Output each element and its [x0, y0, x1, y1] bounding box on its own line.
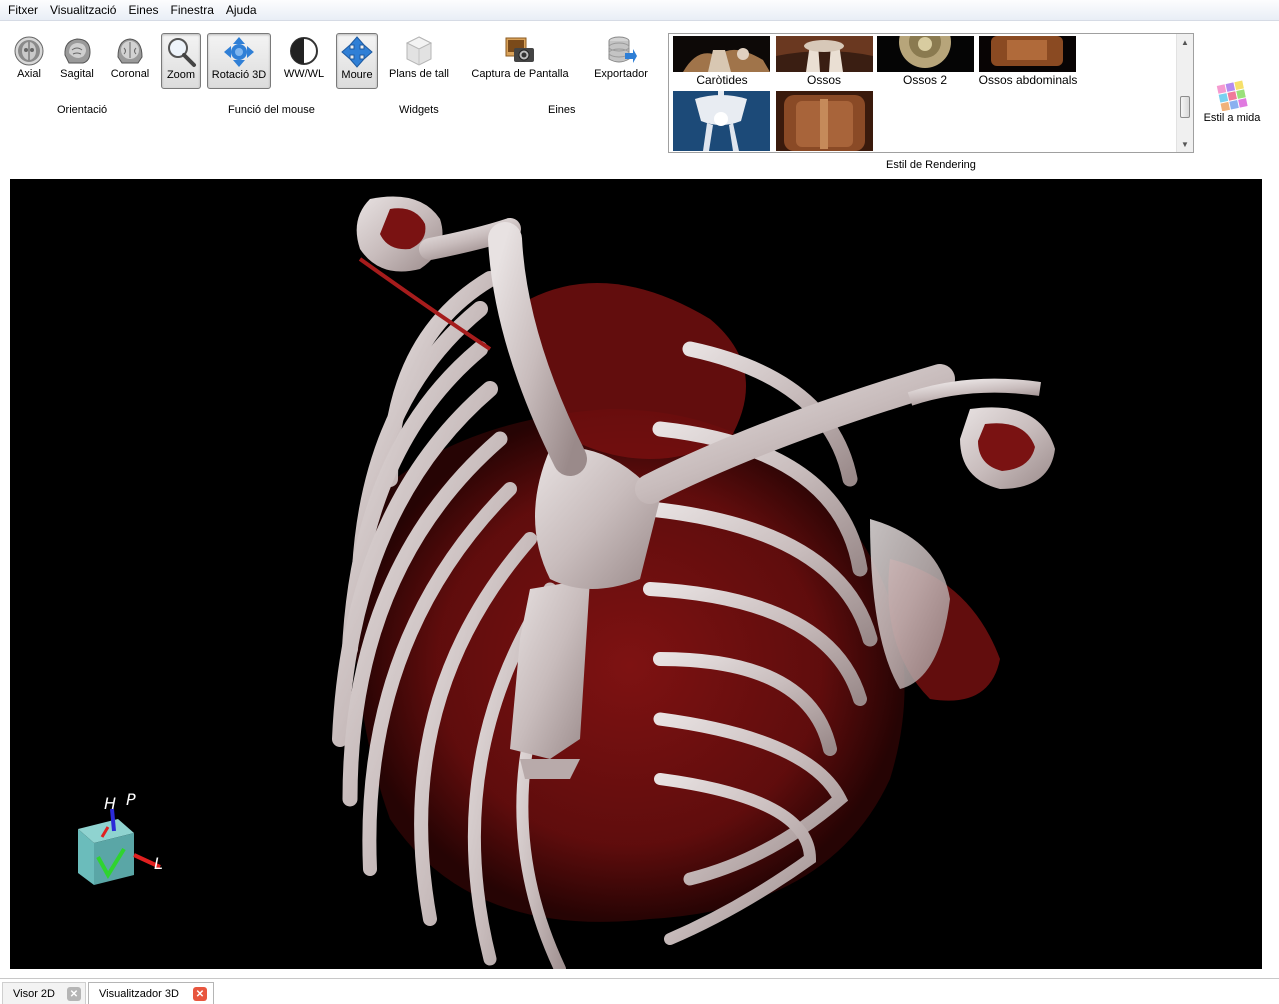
custom-style-label: Estil a mida [1203, 112, 1261, 124]
orientation-marker: H P L [78, 790, 163, 885]
toolbar: Axial Sagital Coronal Orientació Zoom Ro… [0, 21, 1279, 178]
close-tab-2d-icon[interactable]: ✕ [67, 987, 81, 1001]
rotate-3d-button[interactable]: Rotació 3D [207, 33, 271, 89]
marker-label-l: L [154, 854, 163, 873]
preset-pelvis-thumbnail[interactable] [673, 91, 770, 151]
tools-group-label: Eines [548, 104, 576, 116]
tab-3d-viewer[interactable]: Visualitzador 3D ✕ [88, 982, 214, 1004]
preset-abdominal-bones-label: Ossos abdominals [978, 73, 1078, 87]
menu-window[interactable]: Finestra [165, 0, 220, 21]
zoom-button[interactable]: Zoom [161, 33, 201, 89]
scroll-up-arrow-icon[interactable]: ▲ [1177, 34, 1193, 50]
window-level-button[interactable]: WW/WL [281, 33, 327, 89]
orientation-group-label: Orientació [57, 104, 108, 116]
window-level-label: WW/WL [283, 68, 325, 80]
preset-abdominal-bones-thumbnail[interactable] [979, 36, 1076, 72]
rendering-style-panel: Caròtides Ossos Ossos 2 Ossos abdominals… [668, 33, 1194, 153]
move-button[interactable]: Moure [336, 33, 378, 89]
preset-bones2-thumbnail[interactable] [877, 36, 974, 72]
marker-label-p: P [126, 790, 136, 809]
volume-rendering: H P L [78, 196, 1055, 969]
scrollbar-thumb[interactable] [1180, 96, 1190, 118]
clipping-planes-label: Plans de tall [389, 68, 449, 80]
menu-view[interactable]: Visualització [44, 0, 122, 21]
window-level-icon [288, 35, 320, 67]
axial-button[interactable]: Axial [9, 33, 49, 89]
preset-bones-label: Ossos [806, 73, 841, 87]
database-export-icon [605, 35, 637, 67]
rotate-3d-label: Rotació 3D [211, 69, 267, 81]
scroll-down-arrow-icon[interactable]: ▼ [1177, 136, 1193, 152]
axial-brain-icon [13, 35, 45, 67]
move-label: Moure [341, 69, 373, 81]
color-palette-icon [1216, 79, 1248, 111]
sagittal-button[interactable]: Sagital [56, 33, 98, 89]
tab-3d-viewer-label: Visualitzador 3D [99, 987, 179, 1000]
tab-2d-viewer[interactable]: Visor 2D ✕ [2, 982, 86, 1004]
sagittal-label: Sagital [60, 68, 94, 80]
menu-help[interactable]: Ajuda [220, 0, 263, 21]
clipping-planes-icon [403, 35, 435, 67]
custom-style-button[interactable]: Estil a mida [1202, 77, 1262, 133]
menu-tools[interactable]: Eines [122, 0, 164, 21]
move-arrows-icon [341, 36, 373, 68]
zoom-label: Zoom [166, 69, 196, 81]
coronal-brain-icon [114, 35, 146, 67]
viewer-tabs: Visor 2D ✕ Visualitzador 3D ✕ [0, 978, 1279, 1004]
rendering-style-scrollbar[interactable]: ▲ ▼ [1176, 34, 1193, 152]
preset-soft-tissue-thumbnail[interactable] [776, 91, 873, 151]
sagittal-brain-icon [61, 35, 93, 67]
preset-bones-thumbnail[interactable] [776, 36, 873, 72]
exporter-label: Exportador [594, 68, 648, 80]
magnifier-icon [165, 36, 197, 68]
axial-label: Axial [17, 68, 41, 80]
coronal-button[interactable]: Coronal [107, 33, 153, 89]
coronal-label: Coronal [110, 68, 150, 80]
rendering-style-group-label: Estil de Rendering [886, 159, 976, 171]
screenshot-label: Captura de Pantalla [471, 68, 569, 80]
preset-carotids-label: Caròtides [696, 73, 748, 87]
mouse-function-group-label: Funció del mouse [228, 104, 315, 116]
widgets-group-label: Widgets [399, 104, 439, 116]
screenshot-button[interactable]: Captura de Pantalla [469, 33, 571, 89]
3d-render-viewport[interactable]: H P L [10, 179, 1262, 969]
rotate-3d-icon [223, 36, 255, 68]
menu-bar: Fitxer Visualització Eines Finestra Ajud… [0, 0, 1279, 21]
preset-carotids-thumbnail[interactable] [673, 36, 770, 72]
camera-icon [504, 35, 536, 67]
tab-2d-viewer-label: Visor 2D [13, 987, 55, 1000]
close-tab-3d-icon[interactable]: ✕ [193, 987, 207, 1001]
marker-label-h: H [104, 794, 116, 813]
menu-file[interactable]: Fitxer [2, 0, 44, 21]
clipping-planes-button[interactable]: Plans de tall [386, 33, 452, 89]
preset-bones2-label: Ossos 2 [902, 73, 947, 87]
exporter-button[interactable]: Exportador [590, 33, 652, 89]
